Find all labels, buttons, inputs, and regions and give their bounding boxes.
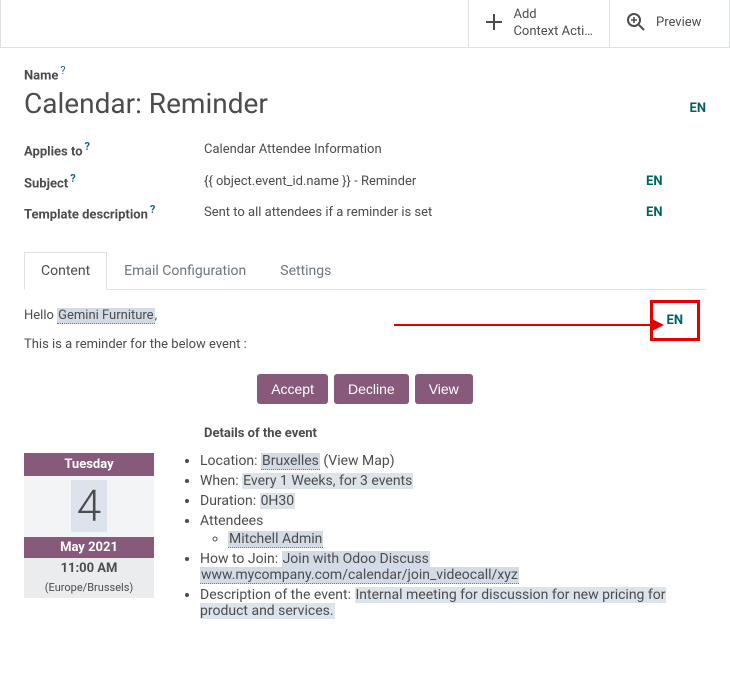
template-desc-help-icon[interactable]: ? (150, 203, 155, 216)
calendar-timezone: (Europe/Brussels) (24, 579, 154, 598)
subject-help-icon[interactable]: ? (70, 172, 75, 185)
detail-duration: Duration: 0H30 (200, 493, 706, 509)
calendar-weekday: Tuesday (24, 453, 154, 476)
applies-to-help-icon[interactable]: ? (85, 140, 90, 153)
accept-button[interactable]: Accept (257, 374, 328, 404)
preview-button[interactable]: Preview (609, 0, 729, 47)
detail-description: Description of the event: Internal meeti… (200, 587, 706, 619)
template-desc-row: Template description? Sent to all attend… (24, 197, 706, 228)
detail-when: When: Every 1 Weeks, for 3 events (200, 473, 706, 489)
decline-button[interactable]: Decline (334, 374, 409, 404)
recipient-placeholder: Gemini Furniture (57, 308, 154, 324)
location-link[interactable]: Bruxelles (261, 453, 320, 470)
details-list: Location: Bruxelles (View Map) When: Eve… (178, 453, 706, 623)
toolbar-spacer (1, 0, 468, 47)
detail-location: Location: Bruxelles (View Map) (200, 453, 706, 469)
body-lang-badge[interactable]: EN (667, 313, 684, 328)
preview-label: Preview (656, 15, 701, 32)
subject-value[interactable]: {{ object.event_id.name }} - Reminder (204, 174, 646, 189)
calendar-month: May 2021 (24, 537, 154, 558)
detail-how-to-join: How to Join: Join with Odoo Discusswww.m… (200, 551, 706, 583)
join-url[interactable]: www.mycompany.com/calendar/join_videocal… (200, 567, 519, 584)
add-context-action-button[interactable]: AddContext Acti… (468, 0, 609, 47)
join-link[interactable]: Join with Odoo Discuss (282, 551, 430, 568)
attendee-link[interactable]: Mitchell Admin (228, 531, 323, 548)
view-button[interactable]: View (415, 374, 473, 404)
action-buttons: Accept Decline View (24, 374, 706, 404)
applies-to-label: Applies to? (24, 140, 204, 159)
magnify-plus-icon (626, 12, 646, 35)
applies-to-value[interactable]: Calendar Attendee Information (204, 142, 646, 157)
attendee-item: Mitchell Admin (228, 531, 706, 547)
details-row: Tuesday 4 May 2021 11:00 AM (Europe/Brus… (24, 453, 706, 623)
view-map-text: (View Map) (320, 453, 395, 469)
greeting-comma: , (155, 308, 158, 323)
plus-icon (485, 13, 503, 34)
calendar-time: 11:00 AM (24, 558, 154, 579)
tab-content-body: EN Hello Gemini Furniture, This is a rem… (24, 290, 706, 647)
tab-email-configuration[interactable]: Email Configuration (107, 252, 263, 290)
top-toolbar: AddContext Acti… Preview (0, 0, 730, 48)
name-lang-badge[interactable]: EN (690, 101, 707, 116)
name-value-row: Calendar: Reminder EN (24, 83, 706, 134)
subject-row: Subject? {{ object.event_id.name }} - Re… (24, 166, 706, 197)
name-value[interactable]: Calendar: Reminder (24, 87, 268, 120)
name-label-row: Name? (24, 64, 706, 83)
calendar-day: 4 (24, 476, 154, 536)
reminder-text: This is a reminder for the below event : (24, 337, 706, 352)
calendar-widget: Tuesday 4 May 2021 11:00 AM (Europe/Brus… (24, 453, 154, 597)
greeting-hello: Hello (24, 308, 57, 323)
applies-to-row: Applies to? Calendar Attendee Informatio… (24, 134, 706, 165)
tab-content[interactable]: Content (24, 252, 107, 290)
name-label: Name (24, 68, 58, 83)
tab-settings[interactable]: Settings (263, 252, 348, 290)
subject-label: Subject? (24, 172, 204, 191)
template-desc-value[interactable]: Sent to all attendees if a reminder is s… (204, 205, 646, 220)
add-context-action-label: AddContext Acti… (513, 7, 593, 41)
template-desc-label: Template description? (24, 203, 204, 222)
template-desc-lang-badge[interactable]: EN (646, 205, 663, 220)
annotation-highlight-box: EN (650, 300, 701, 341)
annotation-arrow (394, 315, 664, 335)
detail-attendees: Attendees Mitchell Admin (200, 513, 706, 547)
tabs: Content Email Configuration Settings (24, 252, 706, 290)
form-area: Name? Calendar: Reminder EN Applies to? … (0, 48, 730, 647)
name-help-icon[interactable]: ? (60, 64, 65, 77)
details-header: Details of the event (204, 426, 706, 441)
subject-lang-badge[interactable]: EN (646, 174, 663, 189)
